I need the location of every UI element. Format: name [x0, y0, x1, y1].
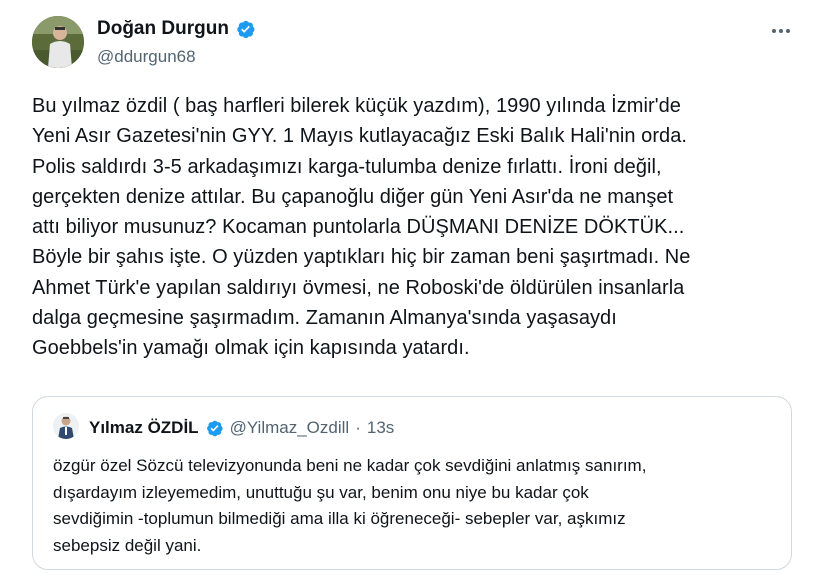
header-separator: ·: [355, 418, 361, 437]
quoted-author-photo: [53, 413, 79, 439]
more-button[interactable]: [768, 20, 794, 42]
verified-badge-icon: [235, 19, 256, 40]
author-avatar[interactable]: [32, 16, 84, 68]
quoted-line: sevdiğimin -toplumun bilmediği ama illa …: [53, 509, 626, 528]
quoted-tweet-text: özgür özel Sözcü televizyonunda beni ne …: [53, 453, 783, 559]
quoted-author-avatar[interactable]: [53, 413, 79, 439]
tweet-line: Yeni Asır Gazetesi'nin GYY. 1 Mayıs kutl…: [32, 125, 687, 148]
quoted-tweet-card[interactable]: Yılmaz ÖZDİL @Yilmaz_Ozdill · 13s özgür …: [32, 396, 792, 570]
tweet-line: Bu yılmaz özdil ( baş harfleri bilerek k…: [32, 95, 681, 117]
author-handle[interactable]: @ddurgun68: [97, 46, 196, 68]
author-name-text[interactable]: Doğan Durgun: [97, 17, 229, 41]
more-horizontal-icon: [772, 29, 790, 33]
quoted-line: dışardayım izleyemedim, unuttuğu şu var,…: [53, 482, 589, 502]
author-name[interactable]: Doğan Durgun: [97, 17, 256, 41]
tweet-line: Goebbels'in yamağı olmak için kapısında …: [32, 337, 470, 360]
quoted-line: özgür özel Sözcü televizyonunda beni ne …: [53, 456, 647, 475]
quoted-timestamp[interactable]: 13s: [367, 417, 394, 439]
tweet-line: dalga geçmesine şaşırmadım. Zamanın Alma…: [32, 307, 617, 330]
quoted-author-name[interactable]: Yılmaz ÖZDİL: [89, 417, 199, 439]
verified-badge-icon: [205, 419, 224, 438]
tweet-line: Polis saldırdı 3-5 arkadaşımızı karga-tu…: [32, 155, 662, 178]
tweet-line: gerçekten denize attılar. Bu çapanoğlu d…: [32, 185, 674, 208]
tweet-line: Böyle bir şahıs işte. O yüzden yaptıklar…: [32, 246, 691, 269]
quoted-line: sebepsiz değil yani.: [53, 535, 202, 555]
tweet-line: attı biliyor musunuz? Kocaman puntolarla…: [32, 216, 685, 239]
tweet-text: Bu yılmaz özdil ( baş harfleri bilerek k…: [32, 91, 802, 364]
quoted-tweet-header: Yılmaz ÖZDİL @Yilmaz_Ozdill · 13s: [89, 417, 394, 439]
quoted-author-handle[interactable]: @Yilmaz_Ozdill: [230, 417, 350, 439]
tweet-line: Ahmet Türk'e yapılan saldırıyı övmesi, n…: [32, 276, 685, 299]
author-photo: [32, 16, 84, 68]
